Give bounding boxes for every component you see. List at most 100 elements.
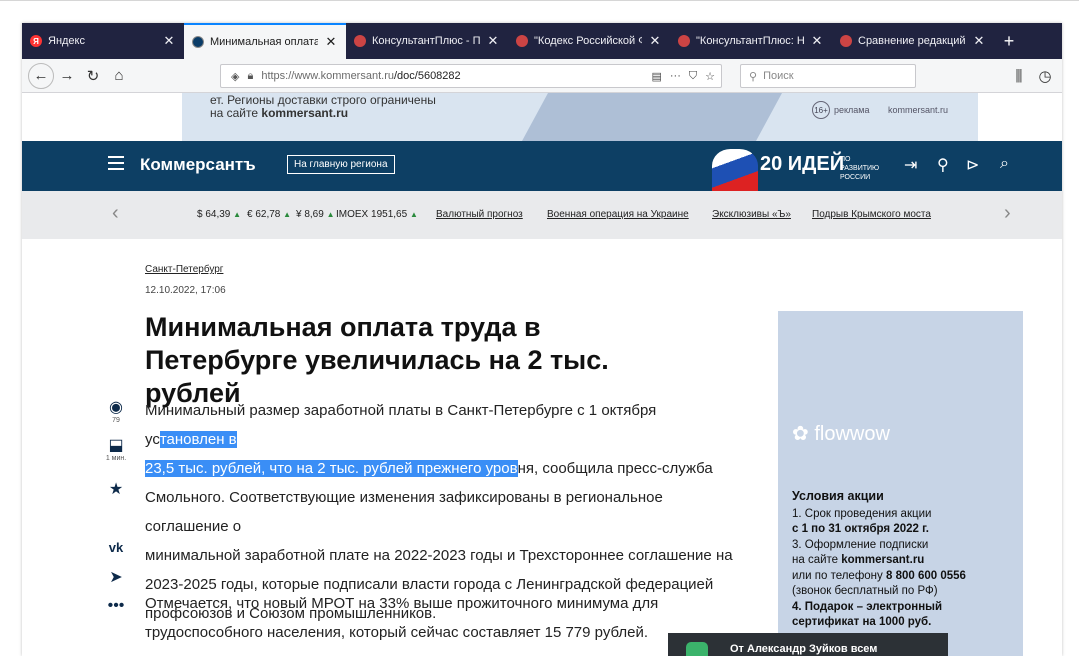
notification-text: От Александр Зуйков всем xyxy=(730,643,878,655)
ideas-promo[interactable]: 20 ИДЕЙ ПО РАЗВИТИЮ РОССИИ xyxy=(712,141,892,191)
tab-yandex[interactable]: Я Яндекс ✕ xyxy=(22,23,184,59)
page-actions-icon[interactable]: ··· xyxy=(670,70,681,82)
favorite-button[interactable]: ★ xyxy=(102,481,130,499)
consultant-icon xyxy=(840,35,852,47)
ad-line: с 1 по 31 октября 2022 г. xyxy=(792,523,929,535)
flower-icon: ✿ xyxy=(792,423,809,445)
bookmark-star-icon[interactable]: ☆ xyxy=(705,70,715,83)
ad-line: сертификат на 1000 руб. xyxy=(792,616,932,628)
ad-line: 3. Оформление подписки xyxy=(792,538,929,551)
browser-window: Я Яндекс ✕ Минимальная оплата тру ✕ Конс… xyxy=(22,23,1062,656)
article-paragraph-2: Отмечается, что новый МРОТ на 33% выше п… xyxy=(145,589,735,647)
imoex-value: IMOEX 1951,65 xyxy=(336,209,408,220)
shield-icon[interactable]: ◈ xyxy=(231,70,239,83)
menu-icon[interactable] xyxy=(108,156,124,170)
eur-rate: € 62,78 ▲ xyxy=(247,209,291,220)
library-icon[interactable]: ⫼ xyxy=(1006,63,1032,89)
lock-icon[interactable]: 🔒︎ xyxy=(247,70,253,83)
tab-consultant-news[interactable]: "КонсультантПлюс: Ново ✕ xyxy=(670,23,832,59)
link-currency-forecast[interactable]: Валютный прогноз xyxy=(436,209,523,220)
side-ad[interactable]: ✿ flowwow Условия акции 1. Срок проведен… xyxy=(778,311,1023,656)
url-host: https://www.kommersant.ru xyxy=(261,70,394,82)
ad-text: или по телефону xyxy=(792,569,886,582)
nav-bar: ← → ↻ ⌂ ◈ 🔒︎ https://www.kommersant.ru/d… xyxy=(22,59,1062,93)
ad-brand: ✿ flowwow xyxy=(792,421,890,446)
history-icon[interactable]: ◷ xyxy=(1032,63,1058,89)
close-icon[interactable]: ✕ xyxy=(162,33,176,49)
publish-date: 12.10.2022, 17:06 xyxy=(145,285,226,296)
site-logo[interactable]: Коммерсантъ xyxy=(140,155,256,175)
home-icon[interactable]: ⌂ xyxy=(106,63,132,89)
link-military-operation[interactable]: Военная операция на Украине xyxy=(547,209,689,220)
link-crimean-bridge[interactable]: Подрыв Крымского моста xyxy=(812,209,931,220)
login-icon[interactable]: ⇥ xyxy=(904,155,917,175)
tab-codex[interactable]: "Кодекс Российской Фед ✕ xyxy=(508,23,670,59)
ad-text-prefix: на сайте xyxy=(210,106,262,120)
read-time: ⬓ 1 мин. xyxy=(102,437,130,462)
breadcrumb[interactable]: Санкт-Петербург xyxy=(145,264,223,275)
paragraph-line: Отмечается, что новый МРОТ на 33% выше п… xyxy=(145,595,659,612)
web-page: ет. Регионы доставки строго ограничены н… xyxy=(22,93,1062,656)
search-input[interactable]: ⚲ Поиск xyxy=(740,64,916,88)
arrow-up-icon: ▲ xyxy=(409,210,418,219)
close-icon[interactable]: ✕ xyxy=(810,33,824,49)
ad-line: (звонок бесплатный по РФ) xyxy=(792,585,938,597)
region-home-button[interactable]: На главную региона xyxy=(287,155,395,174)
telegram-icon: ➤ xyxy=(109,569,123,586)
reader-view-icon[interactable]: ▤ xyxy=(651,70,661,83)
tab-label: Минимальная оплата тру xyxy=(210,36,318,48)
forward-icon[interactable]: → xyxy=(54,63,80,89)
selected-text: 23,5 тыс. рублей, что на 2 тыс. рублей п… xyxy=(145,460,518,477)
tab-compare-editions[interactable]: Сравнение редакций док ✕ xyxy=(832,23,994,59)
search-icon: ⚲ xyxy=(749,70,758,83)
tab-label: Яндекс xyxy=(48,35,85,47)
reload-icon[interactable]: ↻ xyxy=(80,63,106,89)
close-icon[interactable]: ✕ xyxy=(324,34,338,50)
url-bar[interactable]: ◈ 🔒︎ https://www.kommersant.ru/doc/56082… xyxy=(220,64,722,88)
paragraph-line: 23,5 тыс. рублей, что на 2 тыс. рублей п… xyxy=(145,454,735,483)
location-pin-icon[interactable]: ⚲ xyxy=(937,155,949,175)
media-icon[interactable]: ⊳ xyxy=(966,155,979,175)
back-icon[interactable]: ← xyxy=(28,62,54,89)
close-icon[interactable]: ✕ xyxy=(648,33,662,49)
top-ad-banner[interactable]: ет. Регионы доставки строго ограничены н… xyxy=(182,93,978,141)
consultant-icon xyxy=(516,35,528,47)
text-run: ня, сообщила пресс-служба xyxy=(517,460,713,477)
share-telegram-button[interactable]: ➤ xyxy=(102,569,130,587)
paragraph-line: Смольного. Соответствующие изменения заф… xyxy=(145,489,663,535)
kommersant-icon xyxy=(192,36,204,48)
close-icon[interactable]: ✕ xyxy=(972,33,986,49)
tab-kommersant-article[interactable]: Минимальная оплата тру ✕ xyxy=(184,23,346,59)
tab-consultant-search[interactable]: КонсультантПлюс - Поис ✕ xyxy=(346,23,508,59)
usd-value: $ 64,39 xyxy=(197,209,231,220)
paragraph-line: трудоспособного населения, который сейча… xyxy=(145,624,649,641)
more-share-button[interactable]: ••• xyxy=(102,597,130,615)
usd-rate: $ 64,39 ▲ xyxy=(197,209,241,220)
chevron-right-icon[interactable]: › xyxy=(1004,202,1011,225)
chevron-left-icon[interactable]: ‹ xyxy=(112,202,119,225)
consultant-icon xyxy=(678,35,690,47)
vk-icon: vk xyxy=(108,540,124,555)
ad-graphic xyxy=(522,93,782,141)
link-exclusives[interactable]: Эксклюзивы «Ъ» xyxy=(712,209,791,220)
url-text[interactable]: https://www.kommersant.ru/doc/5608282 xyxy=(261,70,643,82)
book-icon: ⬓ xyxy=(108,437,124,454)
share-vk-button[interactable]: vk xyxy=(102,539,130,557)
pocket-icon[interactable]: ⛉ xyxy=(689,70,697,83)
yandex-icon: Я xyxy=(30,35,42,47)
views-count: 79 xyxy=(112,417,120,424)
selected-text: тановлен в xyxy=(159,431,237,448)
ad-brand-name: flowwow xyxy=(814,423,890,445)
search-icon[interactable]: ⌕ xyxy=(1000,155,1009,173)
consultant-icon xyxy=(354,35,366,47)
ad-text-line2: на сайте kommersant.ru xyxy=(210,106,348,120)
new-tab-button[interactable]: + xyxy=(994,23,1024,59)
cny-rate: ¥ 8,69 ▲ xyxy=(296,209,335,220)
ad-text-domain: kommersant.ru xyxy=(261,106,349,120)
age-rating-badge: 16+ xyxy=(812,101,830,119)
tab-label: "КонсультантПлюс: Ново xyxy=(696,35,804,47)
chat-notification[interactable]: От Александр Зуйков всем xyxy=(668,633,948,656)
close-icon[interactable]: ✕ xyxy=(486,33,500,49)
ad-conditions: Условия акции 1. Срок проведения акции с… xyxy=(792,489,1014,631)
screen: Я Яндекс ✕ Минимальная оплата тру ✕ Конс… xyxy=(0,0,1079,656)
